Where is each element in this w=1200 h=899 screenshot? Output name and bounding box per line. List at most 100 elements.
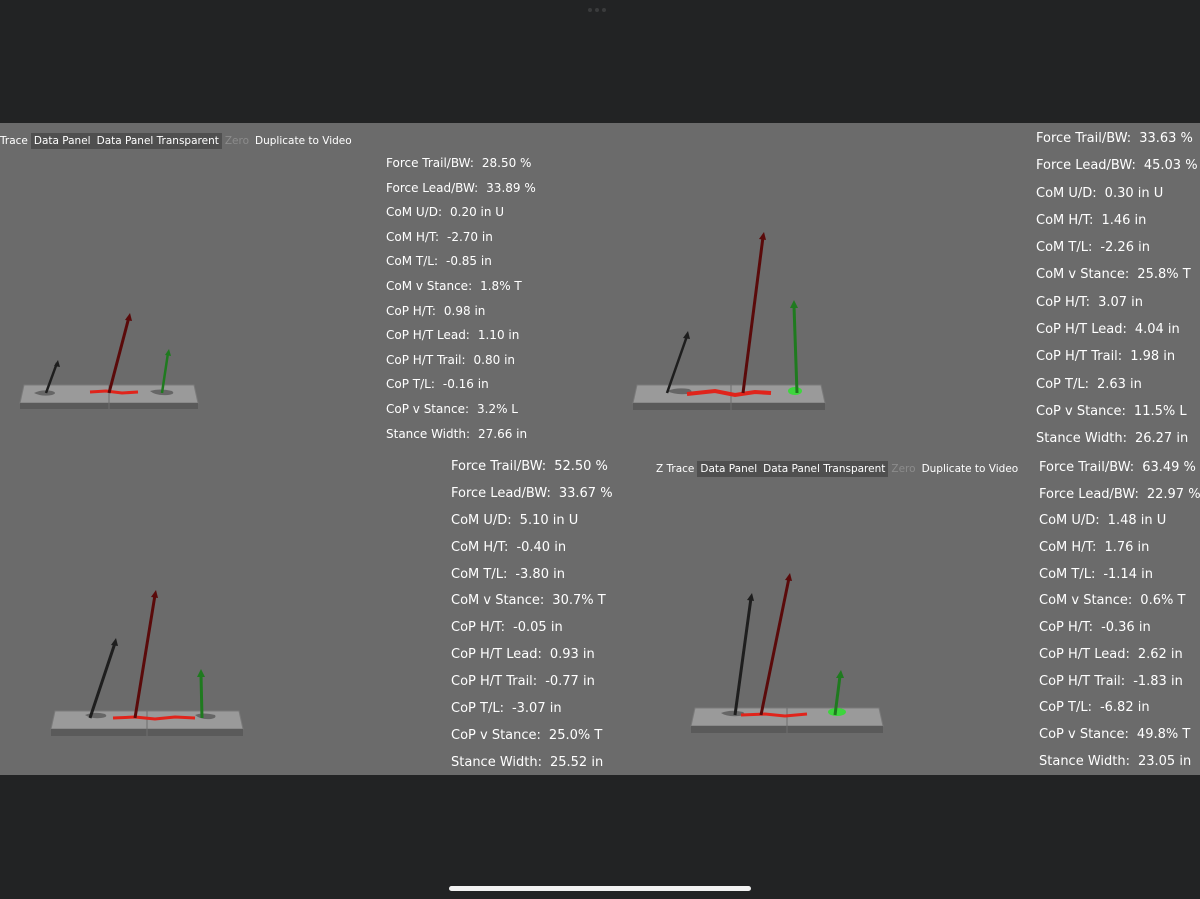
metric-label: CoP H/T Trail: [1039, 673, 1126, 689]
metric-row: CoP H/T Lead: 0.93 in [451, 646, 613, 673]
data-panel-toggle[interactable]: Data Panel [697, 461, 761, 477]
data-panel-transparent-toggle[interactable]: Data Panel Transparent [93, 133, 222, 149]
metric-row: CoP H/T Trail: 1.98 in [1036, 348, 1198, 375]
metric-value: 52.50 % [554, 459, 608, 474]
force-plate-scene [690, 573, 884, 733]
metric-value: -2.26 in [1100, 240, 1150, 256]
metric-row: CoP v Stance: 25.0% T [451, 727, 613, 754]
metric-row: CoM H/T: -2.70 in [386, 228, 536, 253]
metric-value: -1.14 in [1103, 566, 1153, 582]
metric-value: -2.70 in [447, 229, 493, 244]
metric-value: 0.93 in [549, 647, 595, 663]
metric-row: Stance Width: 25.52 in [451, 754, 613, 775]
trail-force-vector [665, 335, 689, 394]
metric-value: 3.07 in [1098, 294, 1143, 310]
metric-value: 11.5% L [1133, 403, 1187, 419]
duplicate-to-video-button[interactable]: Duplicate to Video [919, 461, 1022, 477]
metric-row: Force Trail/BW: 28.50 % [386, 154, 536, 179]
metric-value: -0.85 in [446, 254, 492, 269]
metric-value: 25.0% T [548, 727, 603, 743]
metric-label: CoP H/T Lead: [451, 647, 542, 663]
total-vector-arrowhead-icon [125, 313, 132, 321]
metric-label: Stance Width: [451, 754, 542, 770]
metric-label: CoM H/T: [1036, 212, 1094, 228]
metric-value: 49.8% T [1136, 726, 1191, 742]
metric-row: CoP H/T Trail: -1.83 in [1039, 673, 1200, 700]
metric-label: Stance Width: [386, 426, 470, 441]
metric-row: CoP T/L: -3.07 in [451, 700, 613, 727]
metric-label: CoM U/D: [386, 205, 442, 220]
metric-value: -3.80 in [515, 566, 565, 582]
trail-force-vector [88, 642, 117, 719]
viewer-toolbar-bottom: Z Trace Data Panel Data Panel Transparen… [653, 461, 1021, 477]
metric-label: CoM H/T: [1039, 540, 1097, 556]
metric-row: Stance Width: 26.27 in [1036, 430, 1198, 457]
home-indicator[interactable] [449, 886, 751, 891]
metric-label: CoP H/T Lead: [386, 328, 470, 343]
metric-value: 1.98 in [1130, 349, 1176, 365]
metric-row: CoM H/T: 1.46 in [1036, 212, 1198, 239]
metric-row: CoM T/L: -3.80 in [451, 566, 613, 593]
duplicate-to-video-button[interactable]: Duplicate to Video [252, 133, 355, 149]
total-force-vector [741, 236, 765, 394]
metric-row: CoM H/T: -0.40 in [451, 539, 613, 566]
cop-trace [740, 712, 808, 718]
zero-button[interactable]: Zero [222, 133, 252, 149]
metric-row: Stance Width: 27.66 in [386, 425, 536, 450]
metric-value: 2.63 in [1096, 376, 1142, 392]
z-trace-toggle[interactable]: Z Trace [653, 461, 697, 477]
metric-value: 26.27 in [1134, 431, 1189, 447]
total-vector-arrowhead-icon [151, 590, 158, 598]
metric-value: 1.46 in [1101, 212, 1147, 228]
metric-row: CoP T/L: -0.16 in [386, 375, 536, 400]
force-plate-scene [19, 313, 199, 409]
metric-value: 5.10 in U [519, 512, 579, 528]
trail-force-vector [733, 597, 753, 716]
total-force-vector [759, 577, 791, 716]
metric-label: CoP T/L: [1036, 376, 1089, 392]
cop-trace [89, 389, 139, 395]
z-trace-toggle[interactable]: Trace [0, 133, 31, 149]
metric-label: CoP H/T: [386, 303, 436, 318]
zero-button[interactable]: Zero [888, 461, 918, 477]
metric-value: 1.48 in U [1107, 513, 1167, 529]
trail-vector-arrowhead-icon [111, 638, 118, 646]
metric-row: CoP T/L: -6.82 in [1039, 699, 1200, 726]
metric-label: CoM T/L: [451, 566, 508, 582]
lead-vector-arrowhead-icon [197, 669, 205, 677]
metric-row: CoM T/L: -2.26 in [1036, 239, 1198, 266]
metric-value: -0.16 in [442, 377, 489, 392]
metric-row: CoM U/D: 5.10 in U [451, 512, 613, 539]
force-plate-scene [632, 232, 826, 410]
data-panel-toggle[interactable]: Data Panel [30, 133, 94, 149]
metric-row: Force Lead/BW: 45.03 % [1036, 157, 1198, 184]
metric-value: 1.10 in [477, 328, 520, 343]
metric-value: 0.20 in U [450, 205, 505, 220]
metric-value: 33.67 % [558, 485, 613, 501]
metric-value: 23.05 in [1137, 753, 1192, 769]
metric-value: 45.03 % [1143, 158, 1198, 174]
metric-label: CoM v Stance: [1039, 593, 1133, 609]
metric-value: 25.52 in [549, 754, 604, 770]
total-vector-arrowhead-icon [785, 573, 792, 581]
total-vector-arrowhead-icon [759, 232, 766, 240]
data-panel-top-right: Force Trail/BW: 33.63 % Force Lead/BW: 45.0… [1036, 130, 1198, 458]
force-plate-viewport: Trace Data Panel Data Panel Transparent … [0, 123, 1200, 775]
metric-label: Stance Width: [1036, 431, 1127, 447]
metric-label: CoP H/T Lead: [1039, 646, 1130, 662]
multitasking-dots-icon[interactable] [588, 8, 612, 12]
metric-value: -6.82 in [1099, 700, 1150, 716]
metric-value: -0.77 in [545, 674, 595, 690]
data-panel-bottom-right: Force Trail/BW: 63.49 % Force Lead/BW: 22.9… [1039, 459, 1200, 775]
metric-label: CoP H/T: [1036, 294, 1091, 310]
bottom-bar [0, 775, 1200, 899]
metric-label: CoP v Stance: [1036, 403, 1126, 419]
metric-row: CoP H/T: -0.36 in [1039, 619, 1200, 646]
metric-row: CoP H/T: -0.05 in [451, 619, 613, 646]
metric-label: CoM U/D: [451, 512, 512, 528]
metric-row: CoP H/T Lead: 4.04 in [1036, 321, 1198, 348]
metric-label: Force Trail/BW: [1039, 460, 1135, 475]
total-force-vector [133, 594, 157, 719]
metric-label: CoM v Stance: [451, 593, 545, 609]
data-panel-transparent-toggle[interactable]: Data Panel Transparent [760, 461, 889, 477]
